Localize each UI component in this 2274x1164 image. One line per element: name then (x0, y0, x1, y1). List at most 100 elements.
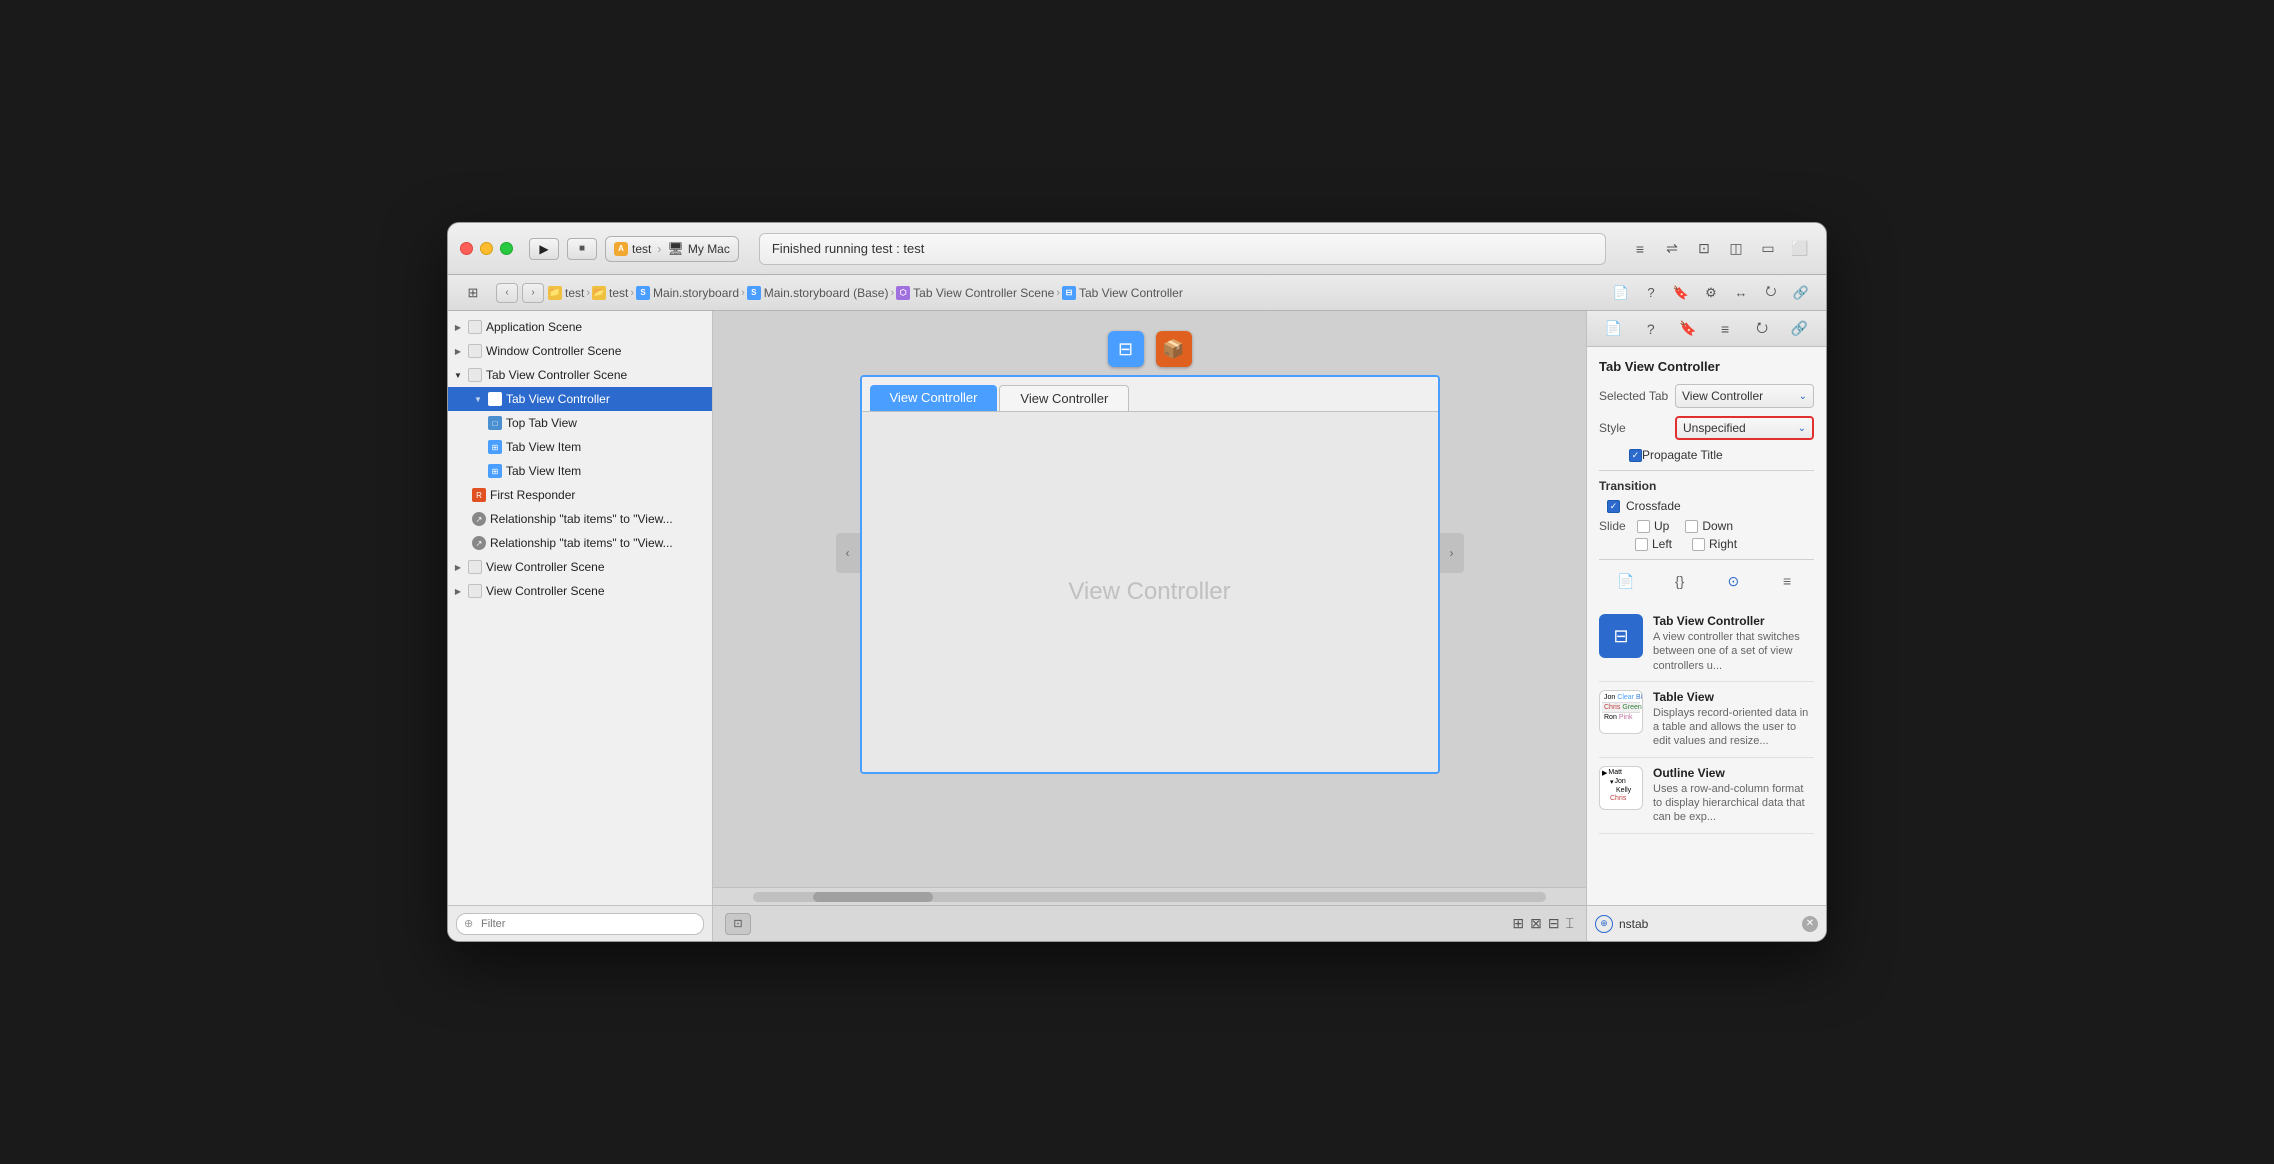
left-checkbox[interactable] (1635, 538, 1648, 551)
visual-tab[interactable]: ⊙ (1718, 568, 1748, 594)
canvas-scrollbar-thumb[interactable] (813, 892, 933, 902)
tab-item-icon-2: ⊞ (488, 464, 502, 478)
bc-item-scene[interactable]: ⬡ Tab View Controller Scene (896, 286, 1054, 300)
main-content: ▶ Application Scene ▶ Window Controller … (448, 311, 1826, 941)
navigator-grid-button[interactable]: ⊞ (460, 282, 486, 304)
layout-2-button[interactable]: ⊠ (1530, 915, 1542, 932)
sidebar-item-tab-vc-scene[interactable]: ▼ Tab View Controller Scene (448, 363, 712, 387)
down-checkbox[interactable] (1685, 520, 1698, 533)
scene-icon (468, 368, 482, 382)
scene-wrapper: ‹ ⊟ 📦 View Controller (860, 331, 1440, 774)
identity-inspector-btn[interactable]: 🔖 (1668, 282, 1694, 304)
propagate-checkbox[interactable]: ✓ (1629, 449, 1642, 462)
close-button[interactable] (460, 242, 473, 255)
identity-inspector-btn-active[interactable]: 🔖 (1675, 317, 1701, 341)
document-tab[interactable]: 📄 (1611, 568, 1641, 594)
editor-mode-version[interactable]: ⊡ (1690, 236, 1718, 262)
sidebar-item-tab-view-item-2[interactable]: ⊞ Tab View Item (448, 459, 712, 483)
sidebar-label: Tab View Item (506, 440, 581, 454)
outline-view-lib-title[interactable]: Outline View (1653, 766, 1814, 780)
canvas-nav-left[interactable]: ‹ (836, 533, 860, 573)
collapse-icon: ▶ (452, 561, 464, 573)
file-inspector-btn[interactable]: 📄 (1608, 282, 1634, 304)
up-checkbox[interactable] (1637, 520, 1650, 533)
status-text: Finished running test : test (772, 241, 924, 256)
fit-canvas-button[interactable]: ⊡ (725, 913, 751, 935)
debug-toggle[interactable]: ▭ (1754, 236, 1782, 262)
bc-item-test1[interactable]: 📁 test (548, 286, 584, 300)
code-tab[interactable]: {} (1665, 568, 1695, 594)
editor-mode-assistant[interactable]: ⇌ (1658, 236, 1686, 262)
up-option: Up (1637, 519, 1669, 533)
sidebar-item-vc-scene-2[interactable]: ▶ View Controller Scene (448, 579, 712, 603)
relationship-icon: ↗ (472, 512, 486, 526)
titlebar: ▶ ■ A test › 🖥 My Mac Finished running t… (448, 223, 1826, 275)
sidebar-item-relationship-2[interactable]: ↗ Relationship "tab items" to "View... (448, 531, 712, 555)
style-select[interactable]: Unspecified ⌄ (1675, 416, 1814, 440)
layout-3-button[interactable]: ⊟ (1548, 915, 1560, 932)
editor-mode-standard[interactable]: ≡ (1626, 236, 1654, 262)
back-button[interactable]: ‹ (496, 283, 518, 303)
sidebar-item-application-scene[interactable]: ▶ Application Scene (448, 315, 712, 339)
bindings-inspector-btn[interactable]: 🔗 (1788, 282, 1814, 304)
propagate-label: Propagate Title (1642, 448, 1723, 462)
file-inspector-btn[interactable]: 📄 (1601, 317, 1627, 341)
library-item-outline-view: ▶Matt ▾Jon Kelly Chris Outline View Uses… (1599, 758, 1814, 834)
sidebar-item-first-responder[interactable]: R First Responder (448, 483, 712, 507)
canvas-nav-right[interactable]: › (1440, 533, 1464, 573)
filter-input[interactable] (456, 913, 704, 935)
bc-item-test2[interactable]: 📂 test (592, 286, 628, 300)
bc-item-mainstory[interactable]: S Main.storyboard (636, 286, 739, 300)
canvas-scroll[interactable]: ‹ ⊟ 📦 View Controller (713, 311, 1586, 887)
sidebar-item-relationship-1[interactable]: ↗ Relationship "tab items" to "View... (448, 507, 712, 531)
attributes-inspector-btn[interactable]: ≡ (1712, 317, 1738, 341)
scene-tree: ▶ Application Scene ▶ Window Controller … (448, 311, 712, 905)
tab-vc-scene-icon[interactable]: ⊟ (1108, 331, 1144, 367)
size-inspector-btn[interactable]: ↔ (1728, 282, 1754, 304)
quick-help-btn[interactable]: ? (1638, 317, 1664, 341)
scene-icon (468, 344, 482, 358)
sidebar-item-vc-scene-1[interactable]: ▶ View Controller Scene (448, 555, 712, 579)
layout-4-button[interactable]: ⌶ (1566, 915, 1574, 932)
bc-item-mainstorybase[interactable]: S Main.storyboard (Base) (747, 286, 889, 300)
style-value: Unspecified (1683, 421, 1746, 435)
bc-label-vc: Tab View Controller (1079, 286, 1183, 300)
stop-button[interactable]: ■ (567, 238, 597, 260)
storyboard-icon: S (636, 286, 650, 300)
selected-tab-select[interactable]: View Controller ⌄ (1675, 384, 1814, 408)
inspector-content: Tab View Controller Selected Tab View Co… (1587, 347, 1826, 905)
responder-scene-icon[interactable]: 📦 (1156, 331, 1192, 367)
minimize-button[interactable] (480, 242, 493, 255)
scheme-selector[interactable]: A test › 🖥 My Mac (605, 236, 739, 262)
help-inspector-btn[interactable]: ? (1638, 282, 1664, 304)
traffic-lights (460, 242, 513, 255)
tab-item-2[interactable]: View Controller (999, 385, 1129, 411)
table-view-lib-title[interactable]: Table View (1653, 690, 1814, 704)
zoom-button[interactable] (500, 242, 513, 255)
inspector-toggle[interactable]: ⬜ (1786, 236, 1814, 262)
layout-1-button[interactable]: ⊞ (1512, 915, 1524, 932)
tab-vc-lib-title[interactable]: Tab View Controller (1653, 614, 1814, 628)
tab-item-1[interactable]: View Controller (870, 385, 998, 411)
right-checkbox[interactable] (1692, 538, 1705, 551)
crossfade-checkbox[interactable]: ✓ (1607, 500, 1620, 513)
bc-item-vc[interactable]: ⊟ Tab View Controller (1062, 286, 1183, 300)
sidebar-item-window-controller-scene[interactable]: ▶ Window Controller Scene (448, 339, 712, 363)
scene-icon (468, 560, 482, 574)
size-inspector-btn[interactable]: ⭮ (1749, 317, 1775, 341)
canvas-scrollbar[interactable] (753, 892, 1546, 902)
sidebar-item-tab-vc[interactable]: ▼ ⊟ Tab View Controller (448, 387, 712, 411)
connections-inspector-btn[interactable]: 🔗 (1786, 317, 1812, 341)
scheme-name: test (632, 242, 651, 256)
navigator-toggle[interactable]: ◫ (1722, 236, 1750, 262)
run-button[interactable]: ▶ (529, 238, 559, 260)
library-search-input[interactable] (1619, 917, 1796, 931)
list-tab[interactable]: ≡ (1772, 568, 1802, 594)
forward-button[interactable]: › (522, 283, 544, 303)
table-view-lib-text: Table View Displays record-oriented data… (1653, 690, 1814, 749)
sidebar-item-top-tab-view[interactable]: □ Top Tab View (448, 411, 712, 435)
sidebar-item-tab-view-item-1[interactable]: ⊞ Tab View Item (448, 435, 712, 459)
connections-inspector-btn[interactable]: ⭮ (1758, 282, 1784, 304)
attributes-inspector-btn[interactable]: ⚙ (1698, 282, 1724, 304)
search-clear-button[interactable]: ✕ (1802, 916, 1818, 932)
